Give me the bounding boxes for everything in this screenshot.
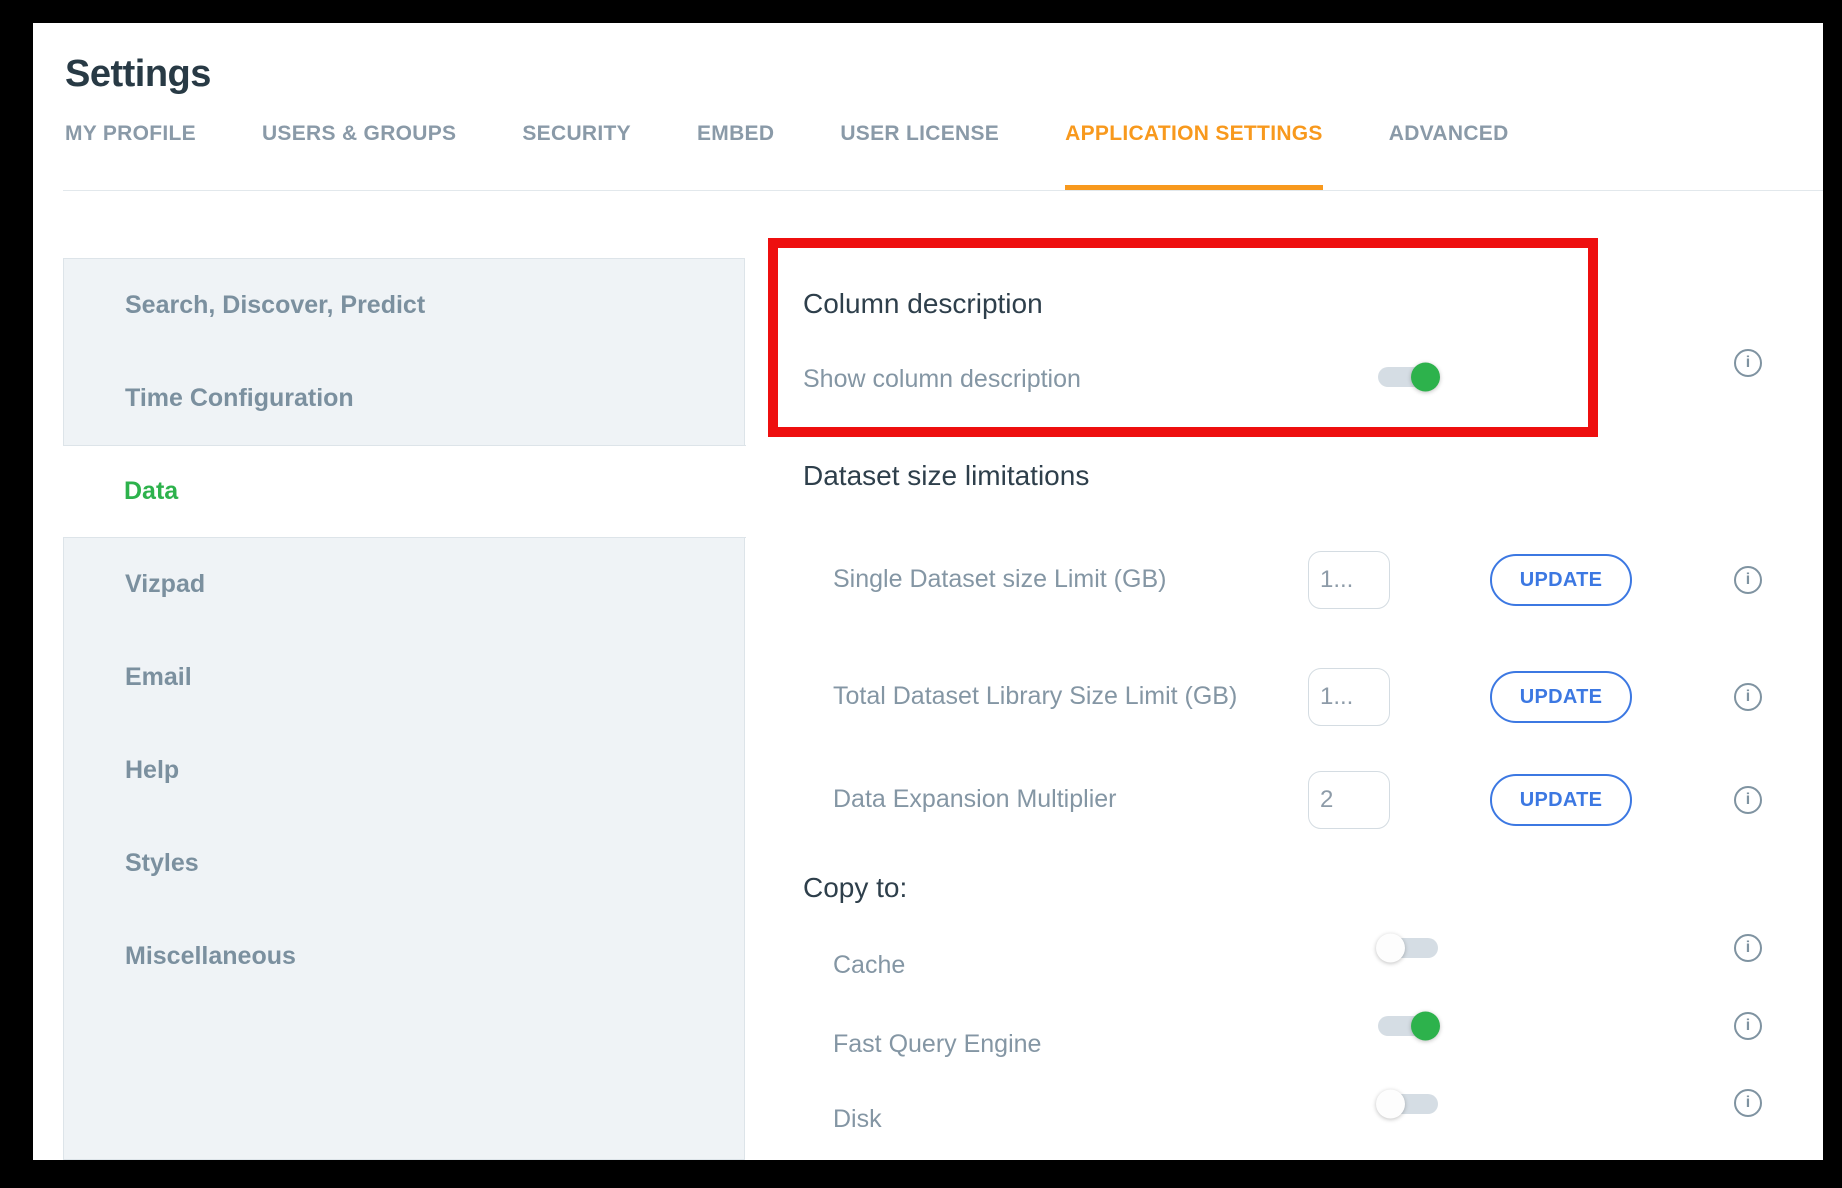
info-icon[interactable]: i [1734, 566, 1762, 594]
tab-advanced[interactable]: ADVANCED [1389, 121, 1509, 190]
tab-security[interactable]: SECURITY [522, 121, 631, 190]
data-expansion-multiplier-label: Data Expansion Multiplier [833, 785, 1116, 814]
single-dataset-size-input[interactable] [1308, 551, 1390, 609]
sidebar-item-email[interactable]: Email [64, 631, 744, 724]
column-description-heading: Column description [803, 288, 1043, 320]
total-dataset-library-label: Total Dataset Library Size Limit (GB) [833, 682, 1237, 711]
info-icon[interactable]: i [1734, 786, 1762, 814]
toggle-knob [1411, 1012, 1440, 1041]
info-icon[interactable]: i [1734, 1089, 1762, 1117]
sidebar-item-styles[interactable]: Styles [64, 817, 744, 910]
page-title: Settings [65, 53, 211, 96]
show-column-description-toggle[interactable] [1378, 367, 1438, 387]
dataset-size-heading: Dataset size limitations [803, 460, 1089, 492]
fast-query-engine-toggle[interactable] [1378, 1016, 1438, 1036]
info-icon[interactable]: i [1734, 1012, 1762, 1040]
sidebar-item-data[interactable]: Data [63, 445, 746, 538]
cache-label: Cache [833, 951, 905, 980]
tab-bar-divider [63, 190, 1823, 191]
data-expansion-multiplier-update-button[interactable]: UPDATE [1490, 774, 1632, 826]
toggle-knob [1376, 1090, 1405, 1119]
tab-bar: MY PROFILE USERS & GROUPS SECURITY EMBED… [65, 121, 1509, 190]
sidebar-item-time-configuration[interactable]: Time Configuration [64, 352, 744, 445]
sidebar-item-search-discover-predict[interactable]: Search, Discover, Predict [64, 259, 744, 352]
sidebar-item-help[interactable]: Help [64, 724, 744, 817]
info-icon[interactable]: i [1734, 683, 1762, 711]
info-icon[interactable]: i [1734, 934, 1762, 962]
data-expansion-multiplier-input[interactable] [1308, 771, 1390, 829]
tab-my-profile[interactable]: MY PROFILE [65, 121, 196, 190]
tab-users-groups[interactable]: USERS & GROUPS [262, 121, 456, 190]
show-column-description-label: Show column description [803, 365, 1081, 394]
copy-to-heading: Copy to: [803, 872, 907, 904]
tab-application-settings[interactable]: APPLICATION SETTINGS [1065, 121, 1323, 190]
tab-embed[interactable]: EMBED [697, 121, 774, 190]
settings-window: Settings MY PROFILE USERS & GROUPS SECUR… [33, 23, 1823, 1160]
settings-sidebar: Search, Discover, Predict Time Configura… [63, 258, 745, 1160]
total-dataset-library-input[interactable] [1308, 668, 1390, 726]
toggle-knob [1376, 934, 1405, 963]
sidebar-item-miscellaneous[interactable]: Miscellaneous [64, 910, 744, 1003]
toggle-knob [1411, 363, 1440, 392]
tab-user-license[interactable]: USER LICENSE [840, 121, 999, 190]
red-highlight-box [768, 238, 1598, 437]
sidebar-item-vizpad[interactable]: Vizpad [64, 538, 744, 631]
info-icon[interactable]: i [1734, 349, 1762, 377]
cache-toggle[interactable] [1378, 938, 1438, 958]
total-dataset-library-update-button[interactable]: UPDATE [1490, 671, 1632, 723]
single-dataset-size-update-button[interactable]: UPDATE [1490, 554, 1632, 606]
single-dataset-size-label: Single Dataset size Limit (GB) [833, 565, 1166, 594]
disk-label: Disk [833, 1105, 882, 1134]
fast-query-engine-label: Fast Query Engine [833, 1030, 1041, 1059]
disk-toggle[interactable] [1378, 1094, 1438, 1114]
